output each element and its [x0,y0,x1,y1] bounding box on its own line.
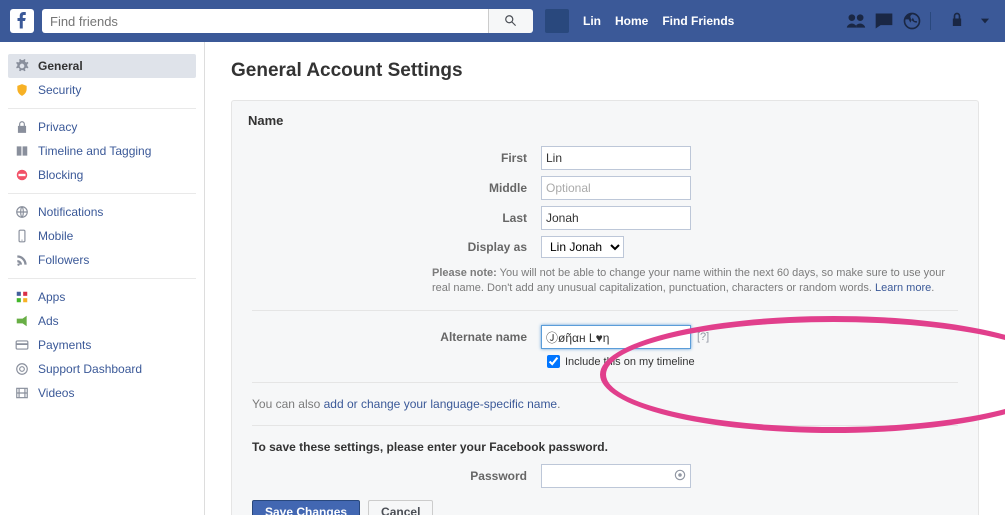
divider [252,310,958,311]
life-icon [14,361,30,377]
sidebar-item-timeline[interactable]: Timeline and Tagging [8,139,196,163]
main-content: General Account Settings Name First Midd… [205,42,1005,515]
language-name-link[interactable]: add or change your language-specific nam… [324,397,557,411]
learn-more-link[interactable]: Learn more [875,282,931,294]
cancel-button[interactable]: Cancel [368,500,433,515]
page-title: General Account Settings [231,60,979,82]
nav-user[interactable]: Lin [583,14,601,28]
save-prompt: To save these settings, please enter you… [252,440,958,454]
nav-find-friends[interactable]: Find Friends [662,14,734,28]
globe-icon [14,204,30,220]
sidebar-label: Timeline and Tagging [38,144,151,158]
alternate-input[interactable] [541,325,691,349]
last-input[interactable] [541,206,691,230]
sidebar-item-apps[interactable]: Apps [8,285,196,309]
sidebar-label: Blocking [38,168,83,182]
search-input[interactable] [42,9,488,33]
nav-home[interactable]: Home [615,14,648,28]
sidebar-item-privacy[interactable]: Privacy [8,115,196,139]
sidebar-item-notifications[interactable]: Notifications [8,200,196,224]
sidebar-label: Security [38,83,81,97]
sidebar-item-videos[interactable]: Videos [8,381,196,405]
sidebar-label: Privacy [38,120,77,134]
nav-divider [930,12,931,30]
display-label: Display as [252,240,541,254]
first-input[interactable] [541,146,691,170]
gear-icon [14,58,30,74]
ads-icon [14,313,30,329]
sidebar-item-ads[interactable]: Ads [8,309,196,333]
middle-label: Middle [252,181,541,195]
middle-input[interactable] [541,176,691,200]
also-text: You can also add or change your language… [252,397,958,411]
apps-icon [14,289,30,305]
account-menu-icon[interactable] [975,11,995,31]
sidebar-label: Ads [38,314,59,328]
sidebar-label: Payments [38,338,91,352]
divider [252,425,958,426]
privacy-shortcut-icon[interactable] [947,11,967,31]
display-select[interactable]: Lin Jonah [541,236,624,258]
sidebar-label: Notifications [38,205,103,219]
messages-icon[interactable] [874,11,894,31]
name-panel: Name First Middle Last Display as [231,100,979,515]
sidebar-item-followers[interactable]: Followers [8,248,196,272]
card-icon [14,337,30,353]
lock-icon [14,119,30,135]
facebook-logo[interactable] [10,9,34,33]
divider [252,382,958,383]
search-icon [504,14,518,28]
film-icon [14,385,30,401]
search-button[interactable] [488,9,533,33]
alternate-help[interactable]: [?] [697,331,709,343]
avatar[interactable] [545,9,569,33]
sidebar-item-security[interactable]: Security [8,78,196,102]
phone-icon [14,228,30,244]
sidebar-item-blocking[interactable]: Blocking [8,163,196,187]
alternate-label: Alternate name [252,330,541,344]
include-timeline-label: Include this on my timeline [565,356,695,368]
rss-icon [14,252,30,268]
sidebar: General Security Privacy Timeline and Ta… [0,42,205,515]
sidebar-label: Mobile [38,229,73,243]
first-label: First [252,151,541,165]
nope-icon [14,167,30,183]
sidebar-label: Videos [38,386,74,400]
include-timeline-checkbox[interactable] [547,355,560,368]
password-label: Password [252,469,541,483]
name-section-label: Name [232,101,978,140]
book-icon [14,143,30,159]
password-input[interactable] [541,464,691,488]
sidebar-item-mobile[interactable]: Mobile [8,224,196,248]
sidebar-item-support[interactable]: Support Dashboard [8,357,196,381]
sidebar-item-payments[interactable]: Payments [8,333,196,357]
name-note: Please note: You will not be able to cha… [252,266,958,296]
save-button[interactable]: Save Changes [252,500,360,515]
sidebar-item-general[interactable]: General [8,54,196,78]
sidebar-label: Support Dashboard [38,362,142,376]
sidebar-label: Apps [38,290,65,304]
shield-icon [14,82,30,98]
sidebar-label: Followers [38,253,89,267]
last-label: Last [252,211,541,225]
notifications-icon[interactable] [902,11,922,31]
friend-requests-icon[interactable] [846,11,866,31]
sidebar-label: General [38,59,83,73]
